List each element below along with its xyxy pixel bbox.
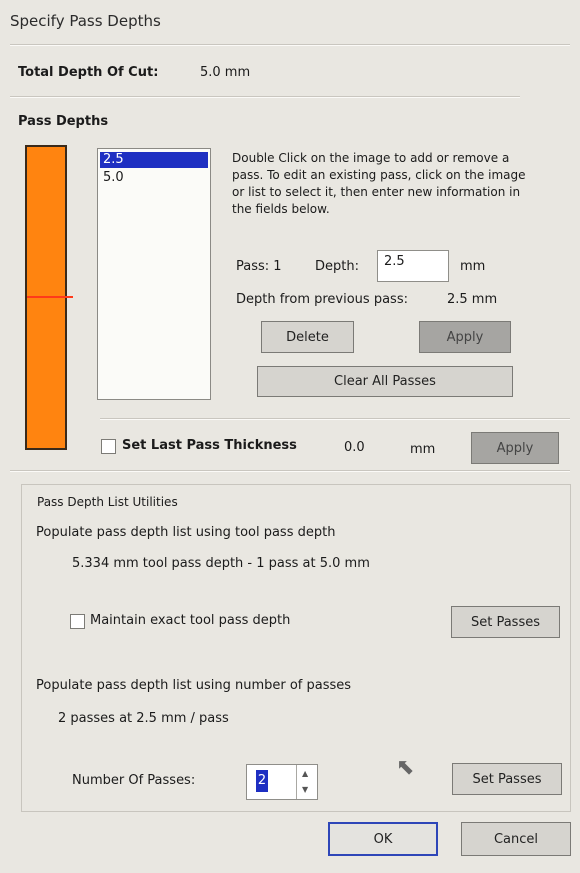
maintain-depth-label[interactable]: Maintain exact tool pass depth	[90, 613, 290, 628]
summary-divider	[10, 96, 520, 98]
apply-pass-button[interactable]: Apply	[419, 321, 511, 353]
depth-unit: mm	[460, 259, 486, 274]
last-pass-checkbox[interactable]	[101, 439, 116, 454]
cancel-button[interactable]: Cancel	[461, 822, 571, 856]
number-passes-summary: 2 passes at 2.5 mm / pass	[58, 711, 229, 726]
number-passes-heading: Populate pass depth list using number of…	[36, 678, 352, 693]
set-passes-number-button[interactable]: Set Passes	[452, 763, 562, 795]
apply-last-pass-button[interactable]: Apply	[471, 432, 559, 464]
depth-from-previous-label: Depth from previous pass:	[236, 292, 408, 307]
utilities-group-label: Pass Depth List Utilities	[37, 495, 178, 509]
title-divider	[10, 44, 570, 46]
window-title: Specify Pass Depths	[10, 12, 161, 30]
total-depth-label: Total Depth Of Cut:	[18, 65, 159, 80]
delete-button[interactable]: Delete	[261, 321, 354, 353]
chevron-up-icon[interactable]: ▲	[302, 769, 308, 778]
depth-from-previous-value: 2.5 mm	[447, 292, 498, 307]
last-pass-unit: mm	[410, 442, 436, 457]
number-of-passes-input[interactable]: 2	[256, 770, 268, 792]
maintain-depth-checkbox[interactable]	[70, 614, 85, 629]
chevron-down-icon[interactable]: ▼	[302, 785, 308, 794]
stepper-buttons[interactable]: ▲ ▼	[296, 765, 317, 799]
last-pass-value[interactable]: 0.0	[344, 440, 365, 455]
utilities-divider	[10, 470, 570, 472]
tool-depth-heading: Populate pass depth list using tool pass…	[36, 525, 336, 540]
pass-depth-list[interactable]: 2.5 5.0	[97, 148, 211, 400]
pass-number-label: Pass: 1	[236, 259, 282, 274]
list-item[interactable]: 5.0	[100, 170, 208, 186]
ok-button[interactable]: OK	[328, 822, 438, 856]
total-depth-value: 5.0 mm	[200, 65, 251, 80]
depth-label: Depth:	[315, 259, 359, 274]
pass-divider	[100, 418, 570, 420]
set-passes-tool-button[interactable]: Set Passes	[451, 606, 560, 638]
number-of-passes-label: Number Of Passes:	[72, 773, 196, 788]
depth-input[interactable]: 2.5	[377, 250, 449, 282]
clear-all-passes-button[interactable]: Clear All Passes	[257, 366, 513, 397]
mouse-pointer-icon: ⬉	[396, 755, 415, 780]
list-item[interactable]: 2.5	[100, 152, 208, 168]
last-pass-label[interactable]: Set Last Pass Thickness	[122, 438, 297, 453]
pass-marker-line[interactable]	[27, 296, 73, 298]
help-text: Double Click on the image to add or remo…	[232, 151, 526, 216]
tool-depth-summary: 5.334 mm tool pass depth - 1 pass at 5.0…	[72, 556, 370, 571]
pass-depths-label: Pass Depths	[18, 114, 109, 129]
